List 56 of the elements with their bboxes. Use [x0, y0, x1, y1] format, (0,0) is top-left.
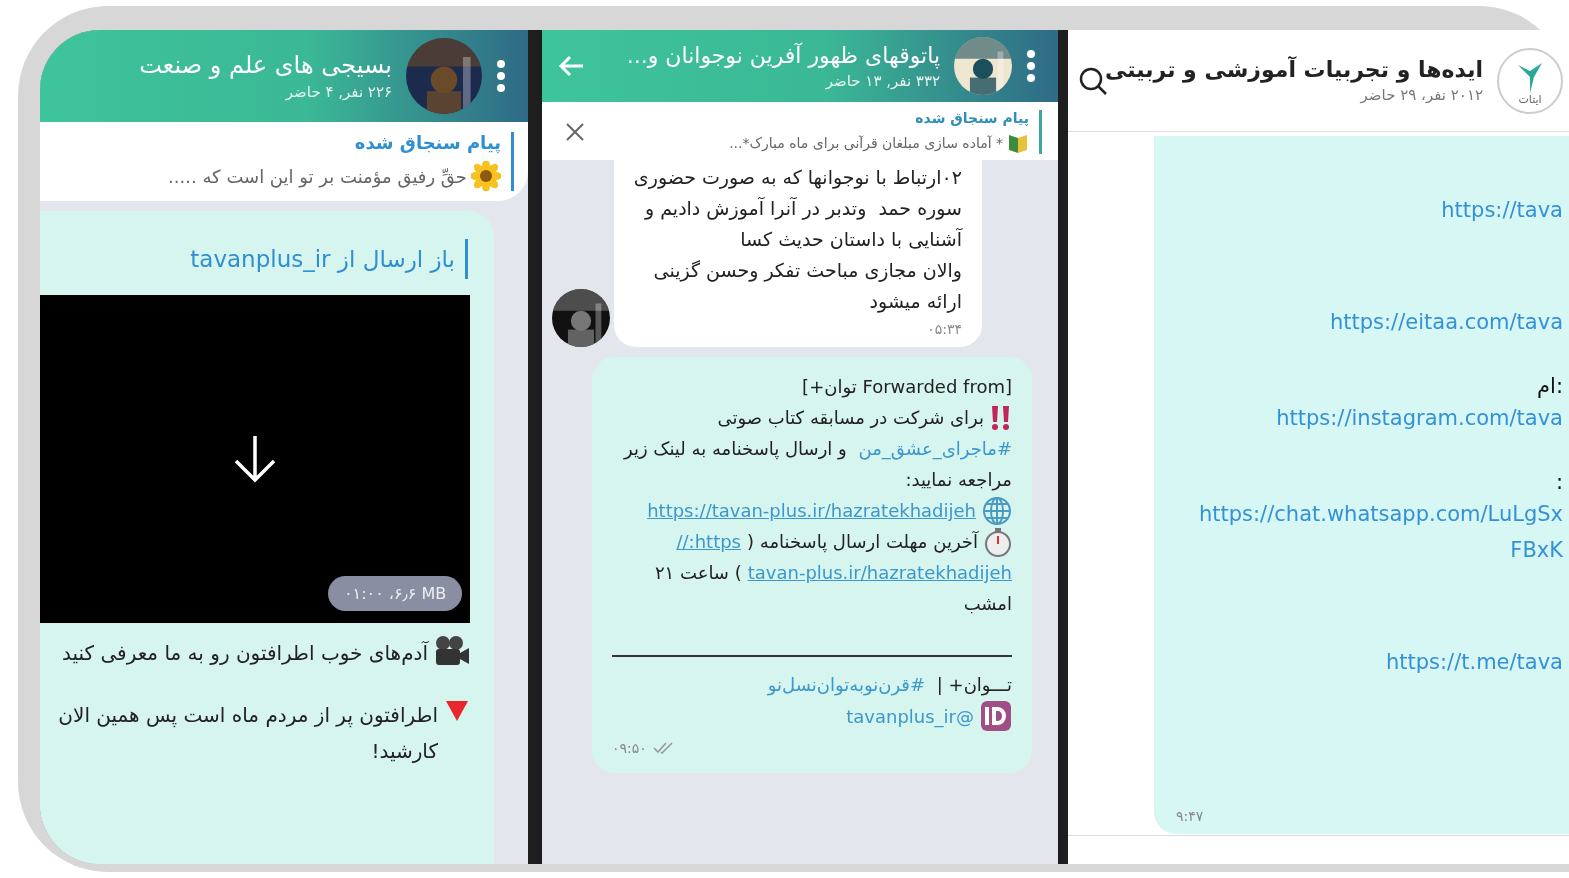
message-text: مراجعه نمایید:	[905, 468, 1012, 493]
message-time: ۰۹:۵۰	[612, 739, 647, 756]
message-text: :	[1555, 470, 1563, 494]
globe-icon	[982, 495, 1012, 526]
stopwatch-icon	[984, 526, 1012, 557]
pinned-text: * آماده سازی مبلغان قرآنی برای ماه مبارک*...	[729, 135, 1003, 151]
message-text: برای شرکت در مسابقه کتاب صوتی	[717, 406, 984, 431]
chat-title: ایده‌ها و تجربیات آموزشی و تربیتی	[1105, 57, 1483, 82]
member-count: ۲۰۱۲ نفر، ۲۹ حاضر	[1360, 86, 1483, 104]
flower-icon	[471, 161, 501, 191]
more-icon[interactable]	[496, 59, 506, 93]
forward-label[interactable]: باز ارسال از tavanplus_ir	[190, 246, 455, 272]
link[interactable]: https://eitaa.com/tava	[1330, 310, 1563, 334]
download-icon[interactable]	[232, 434, 278, 484]
video-player[interactable]: ۰۱:۰۰ ،۶٫۶ MB	[40, 295, 470, 623]
chat-title: بسیجی های علم و صنعت	[139, 51, 392, 79]
chat-title: پاتوقهای ظهور آفرین نوجوانان و...	[626, 42, 940, 68]
link[interactable]: https://	[676, 526, 741, 557]
hashtag-link[interactable]: #ماجرای_عشق_من	[858, 433, 1012, 464]
message-text: آدم‌های خوب اطرافتون رو به ما معرفی کنید	[62, 640, 428, 667]
message-time: ۹:۴۷	[1176, 808, 1204, 824]
pinned-text: حقِّ رفیق مؤمنت بر تو این است که .....	[168, 165, 467, 187]
message-text: ام:	[1537, 374, 1563, 398]
link[interactable]: https://tavan-plus.ir/hazratekhadijeh	[647, 495, 976, 526]
search-icon[interactable]	[1078, 65, 1108, 96]
message-text: آخرین مهلت ارسال پاسخنامه (	[747, 530, 978, 555]
double-check-icon	[652, 741, 675, 754]
message-text: اطرافتون پر از مردم ماه است پس همین الان کارشید!	[58, 702, 438, 765]
link[interactable]: https://t.me/tava	[1385, 650, 1563, 674]
member-count: ۳۳۲ نفر, ۱۳ حاضر	[825, 71, 940, 90]
close-icon[interactable]	[566, 123, 584, 141]
member-count: ۲۲۶ نفر, ۴ حاضر	[285, 83, 392, 101]
username-link[interactable]: @tavanplus_ir	[846, 700, 974, 732]
link[interactable]: https://instagram.com/tava	[1276, 406, 1563, 430]
pinned-message-bar[interactable]: پیام سنجاق شده حقِّ رفیق مؤمنت بر تو این است که .....	[40, 122, 528, 201]
message-text: تـــوان+ |	[935, 673, 1012, 698]
video-info: ۰۱:۰۰ ،۶٫۶ MB	[328, 576, 463, 611]
message-text: ) ساعت ۲۱	[654, 561, 742, 585]
logo-text: ایتات	[1518, 92, 1542, 106]
link[interactable]: tavan-plus.ir/hazratekhadijeh	[747, 557, 1012, 588]
message-time: ۰۵:۳۴	[926, 321, 962, 337]
id-icon	[980, 700, 1012, 732]
pinned-label: پیام سنجاق شده	[915, 110, 1029, 126]
link[interactable]: FBxK	[1510, 538, 1563, 562]
message-text: ۰۲ارتباط با نوجوانها که به صورت حضوری سوره حمد وتدبر در آنرا آموزش دادیم و آشنایی با داستان حدیث کسا والان مجازی مباحث تفکر وحسن گزینی ارائه میشود	[632, 165, 962, 315]
exclamation-icon	[990, 404, 1012, 431]
link[interactable]: https://tava	[1441, 198, 1563, 222]
message-text: و ارسال پاسخنامه به لینک زیر	[623, 437, 848, 462]
book-icon	[1007, 132, 1029, 154]
more-icon[interactable]	[1026, 49, 1036, 83]
link[interactable]: https://chat.whatsapp.com/LuLgSx	[1199, 502, 1563, 526]
pinned-message-bar[interactable]: پیام سنجاق شده * آماده سازی مبلغان قرآنی برای ماه مبارک*...	[542, 102, 1058, 160]
message-text: [Forwarded from توان+]	[802, 375, 1012, 400]
hashtag-link[interactable]: #قرن‌نوبه‌توان‌نسل‌نو	[767, 669, 926, 700]
message-text: امشب	[963, 592, 1012, 616]
pinned-label: پیام سنجاق شده	[354, 132, 501, 153]
